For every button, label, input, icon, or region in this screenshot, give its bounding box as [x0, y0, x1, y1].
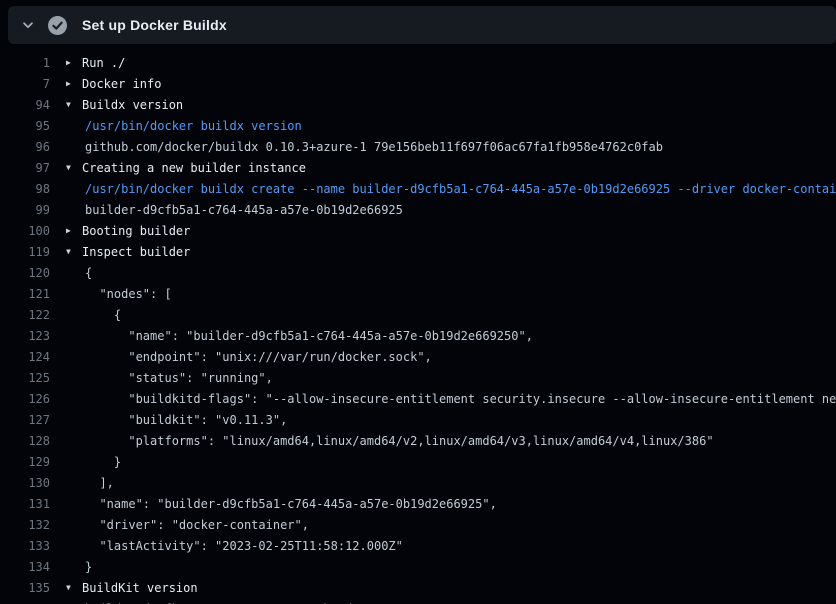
line-number: 127 — [0, 410, 50, 431]
log-line: 96github.com/docker/buildx 0.10.3+azure-… — [0, 137, 836, 158]
log-line: 131 "name": "builder-d9cfb5a1-c764-445a-… — [0, 494, 836, 515]
log-output-text: "buildkitd-flags": "--allow-insecure-ent… — [50, 389, 836, 410]
line-number: 135 — [0, 578, 50, 599]
group-title: BuildKit version — [82, 581, 198, 595]
line-number: 136 — [0, 599, 50, 604]
line-number: 128 — [0, 431, 50, 452]
log-container[interactable]: 1▶Run ./7▶Docker info94▼Buildx version95… — [0, 44, 836, 604]
step-title: Set up Docker Buildx — [82, 17, 227, 33]
group-title: Run ./ — [82, 56, 125, 70]
log-output-text: } — [50, 452, 121, 473]
triangle-down-icon[interactable]: ▼ — [66, 158, 82, 178]
log-line: 134} — [0, 557, 836, 578]
log-output-text: "driver": "docker-container", — [50, 515, 309, 536]
log-output-text: { — [50, 305, 121, 326]
log-group-row[interactable]: 135 ▼BuildKit version — [0, 578, 836, 599]
log-line: 95/usr/bin/docker buildx version — [0, 116, 836, 137]
triangle-down-icon[interactable]: ▼ — [66, 242, 82, 262]
log-line: 121 "nodes": [ — [0, 284, 836, 305]
log-line: 123 "name": "builder-d9cfb5a1-c764-445a-… — [0, 326, 836, 347]
log-output-text: "nodes": [ — [50, 284, 172, 305]
line-number: 98 — [0, 179, 50, 200]
log-line: 130 ], — [0, 473, 836, 494]
log-output-text: ], — [50, 473, 114, 494]
log-output-text: "buildkit": "v0.11.3", — [50, 410, 287, 431]
log-line: 98/usr/bin/docker buildx create --name b… — [0, 179, 836, 200]
log-line: 125 "status": "running", — [0, 368, 836, 389]
log-line: 136builder-d9cfb5a1-c764-445a-a57e-0b19d… — [0, 599, 836, 604]
log-command-text: /usr/bin/docker buildx version — [50, 116, 302, 137]
log-group-row[interactable]: 97 ▼Creating a new builder instance — [0, 158, 836, 179]
log-group-row[interactable]: 119 ▼Inspect builder — [0, 242, 836, 263]
line-number: 131 — [0, 494, 50, 515]
chevron-down-icon[interactable] — [21, 18, 35, 32]
triangle-down-icon[interactable]: ▼ — [66, 578, 82, 598]
triangle-right-icon[interactable]: ▶ — [66, 53, 82, 73]
line-number: 130 — [0, 473, 50, 494]
log-output-text: builder-d9cfb5a1-c764-445a-a57e-0b19d2e6… — [50, 599, 475, 604]
log-group-row[interactable]: 1 ▶Run ./ — [0, 53, 836, 74]
line-number: 125 — [0, 368, 50, 389]
group-title: Booting builder — [82, 224, 190, 238]
log-line: 132 "driver": "docker-container", — [0, 515, 836, 536]
log-line: 133 "lastActivity": "2023-02-25T11:58:12… — [0, 536, 836, 557]
line-number: 133 — [0, 536, 50, 557]
log-line: 99builder-d9cfb5a1-c764-445a-a57e-0b19d2… — [0, 200, 836, 221]
step-header[interactable]: Set up Docker Buildx — [8, 6, 836, 44]
line-number: 94 — [0, 95, 50, 116]
triangle-down-icon[interactable]: ▼ — [66, 95, 82, 115]
log-line: 128 "platforms": "linux/amd64,linux/amd6… — [0, 431, 836, 452]
log-output-text: "name": "builder-d9cfb5a1-c764-445a-a57e… — [50, 494, 497, 515]
log-group-row[interactable]: 7 ▶Docker info — [0, 74, 836, 95]
group-title: Buildx version — [82, 98, 183, 112]
line-number: 7 — [0, 74, 50, 95]
log-group-row[interactable]: 94 ▼Buildx version — [0, 95, 836, 116]
line-number: 119 — [0, 242, 50, 263]
line-number: 95 — [0, 116, 50, 137]
line-number: 121 — [0, 284, 50, 305]
log-line: 120{ — [0, 263, 836, 284]
line-number: 1 — [0, 53, 50, 74]
line-number: 129 — [0, 452, 50, 473]
line-number: 123 — [0, 326, 50, 347]
log-line: 126 "buildkitd-flags": "--allow-insecure… — [0, 389, 836, 410]
log-command-text: /usr/bin/docker buildx create --name bui… — [50, 179, 836, 200]
line-number: 124 — [0, 347, 50, 368]
log-output-text: "endpoint": "unix:///var/run/docker.sock… — [50, 347, 432, 368]
log-output-text: } — [50, 557, 92, 578]
line-number: 99 — [0, 200, 50, 221]
log-output-text: "status": "running", — [50, 368, 273, 389]
log-line: 129 } — [0, 452, 836, 473]
log-output-text: "platforms": "linux/amd64,linux/amd64/v2… — [50, 431, 714, 452]
group-title: Docker info — [82, 77, 161, 91]
line-number: 122 — [0, 305, 50, 326]
group-title: Creating a new builder instance — [82, 161, 306, 175]
log-output-text: github.com/docker/buildx 0.10.3+azure-1 … — [50, 137, 663, 158]
triangle-right-icon[interactable]: ▶ — [66, 221, 82, 241]
line-number: 100 — [0, 221, 50, 242]
line-number: 120 — [0, 263, 50, 284]
log-output-text: { — [50, 263, 92, 284]
log-line: 124 "endpoint": "unix:///var/run/docker.… — [0, 347, 836, 368]
check-circle-icon — [48, 16, 67, 35]
line-number: 132 — [0, 515, 50, 536]
line-number: 126 — [0, 389, 50, 410]
log-output-text: builder-d9cfb5a1-c764-445a-a57e-0b19d2e6… — [50, 200, 403, 221]
line-number: 134 — [0, 557, 50, 578]
triangle-right-icon[interactable]: ▶ — [66, 74, 82, 94]
log-output-text: "lastActivity": "2023-02-25T11:58:12.000… — [50, 536, 403, 557]
group-title: Inspect builder — [82, 245, 190, 259]
line-number: 96 — [0, 137, 50, 158]
line-number: 97 — [0, 158, 50, 179]
log-line: 127 "buildkit": "v0.11.3", — [0, 410, 836, 431]
log-output-text: "name": "builder-d9cfb5a1-c764-445a-a57e… — [50, 326, 533, 347]
log-group-row[interactable]: 100 ▶Booting builder — [0, 221, 836, 242]
log-line: 122 { — [0, 305, 836, 326]
